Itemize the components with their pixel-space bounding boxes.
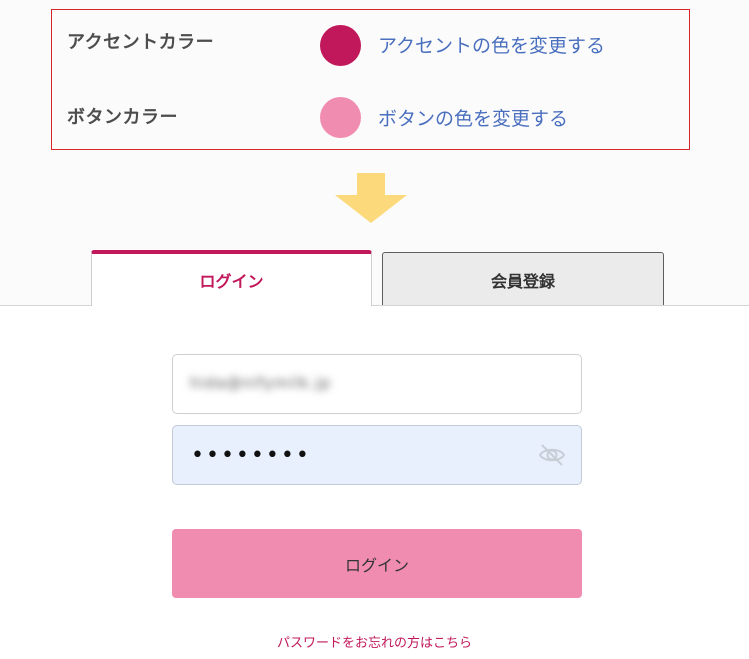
button-color-label: ボタンカラー [67, 107, 178, 128]
eye-slash-icon[interactable] [537, 440, 567, 470]
tab-login-label: ログイン [199, 272, 264, 291]
forgot-password-link[interactable]: パスワードをお忘れの方はこちら [0, 632, 749, 651]
login-button[interactable]: ログイン [172, 529, 582, 598]
color-settings-box: アクセントカラー アクセントの色を変更する ボタンカラー ボタンの色を変更する [51, 9, 690, 150]
tab-register-label: 会員登録 [490, 271, 555, 291]
email-field[interactable] [172, 354, 582, 414]
change-accent-color-link[interactable]: アクセントの色を変更する [378, 31, 605, 58]
tab-login[interactable]: ログイン [91, 250, 372, 306]
password-field[interactable] [172, 425, 582, 485]
tab-register[interactable]: 会員登録 [382, 252, 664, 306]
change-button-color-link[interactable]: ボタンの色を変更する [378, 104, 568, 131]
accent-color-swatch[interactable] [320, 25, 361, 66]
down-arrow-icon [335, 173, 407, 223]
button-color-swatch[interactable] [320, 97, 361, 138]
accent-color-label: アクセントカラー [67, 32, 215, 53]
